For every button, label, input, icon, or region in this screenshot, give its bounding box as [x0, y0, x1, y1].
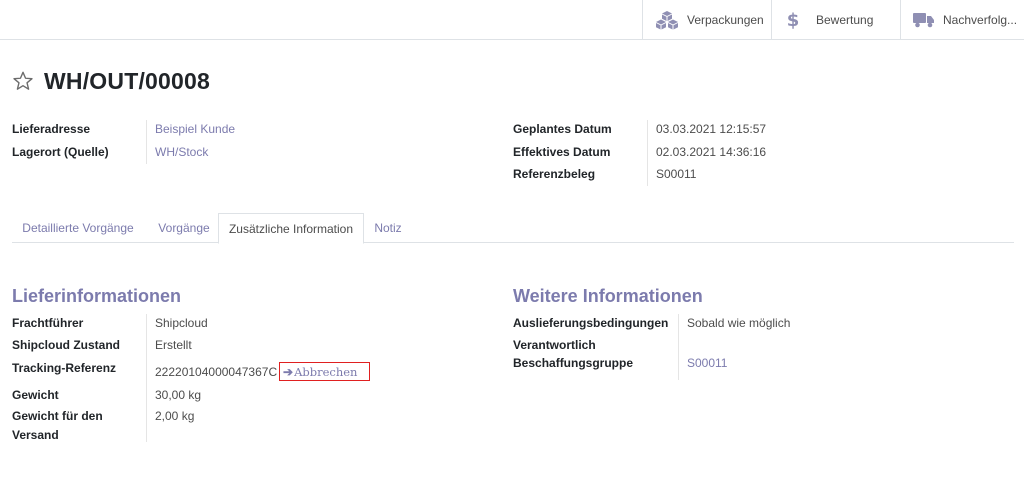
tab-operations[interactable]: Vorgänge: [150, 213, 218, 243]
scheduled-date-label: Geplantes Datum: [513, 122, 612, 136]
weight-value: 30,00 kg: [155, 388, 202, 402]
shipcloud-state-label: Shipcloud Zustand: [12, 338, 120, 352]
delivery-policy-value[interactable]: Sobald wie möglich: [687, 316, 790, 330]
smart-button-bar: Verpackungen $ Bewertung Nachverfolg...: [0, 0, 1024, 40]
left-field-separator: [146, 120, 147, 164]
dollar-icon: $: [787, 10, 800, 31]
procurement-group-label: Beschaffungsgruppe: [513, 356, 634, 370]
source-document-label: Referenzbeleg: [513, 167, 596, 181]
page-title: WH/OUT/00008: [44, 67, 211, 94]
arrow-right-icon: ➔: [283, 364, 294, 379]
shipping-weight-label-line1: Gewicht für den: [12, 409, 103, 423]
source-document-value: S00011: [656, 167, 697, 181]
cancel-shipment-button[interactable]: ➔ Abbrechen: [279, 362, 370, 381]
cubes-icon: [656, 10, 678, 29]
effective-date-value: 02.03.2021 14:36:16: [656, 145, 767, 159]
scheduled-date-value: 03.03.2021 12:15:57: [656, 122, 767, 136]
notebook-tabs: Detaillierte Vorgänge Vorgänge Zusätzlic…: [12, 213, 1014, 244]
delivery-info-heading: Lieferinformationen: [12, 286, 182, 306]
delivery-field-separator: [146, 314, 147, 442]
further-field-separator: [678, 314, 679, 380]
procurement-group-link[interactable]: S00011: [687, 356, 727, 370]
carrier-label: Frachtführer: [12, 316, 84, 330]
tracking-reference-label: Tracking-Referenz: [12, 361, 117, 375]
tab-note[interactable]: Notiz: [364, 213, 412, 243]
shipcloud-state-value: Erstellt: [155, 338, 192, 352]
source-location-link[interactable]: WH/Stock: [155, 145, 208, 159]
weight-label: Gewicht: [12, 388, 59, 402]
star-icon[interactable]: [12, 70, 34, 92]
packages-label: Verpackungen: [687, 12, 764, 27]
tracking-label: Nachverfolg...: [943, 12, 1018, 27]
delivery-address-link[interactable]: Beispiel Kunde: [155, 122, 235, 136]
source-location-label: Lagerort (Quelle): [12, 145, 109, 159]
valuation-button[interactable]: $ Bewertung: [771, 0, 900, 39]
right-field-separator: [647, 120, 648, 186]
responsible-label: Verantwortlich: [513, 338, 596, 352]
valuation-label: Bewertung: [816, 12, 874, 27]
tracking-reference-value: 22220104000047367C: [155, 365, 278, 379]
tab-additional-info[interactable]: Zusätzliche Information: [218, 213, 364, 244]
carrier-value: Shipcloud: [155, 316, 208, 330]
tab-detailed-operations[interactable]: Detaillierte Vorgänge: [12, 213, 144, 243]
effective-date-label: Effektives Datum: [513, 145, 611, 159]
further-info-heading: Weitere Informationen: [513, 286, 703, 306]
delivery-policy-label: Auslieferungsbedingungen: [513, 316, 669, 330]
cancel-shipment-label: Abbrechen: [294, 364, 358, 379]
record-header: WH/OUT/00008: [12, 66, 210, 96]
svg-text:$: $: [787, 10, 800, 31]
packages-button[interactable]: Verpackungen: [642, 0, 771, 39]
tracking-button[interactable]: Nachverfolg...: [900, 0, 1024, 39]
shipping-weight-label-line2: Versand: [12, 428, 59, 442]
truck-icon: [913, 12, 934, 27]
delivery-address-label: Lieferadresse: [12, 122, 91, 136]
shipping-weight-value: 2,00 kg: [155, 409, 195, 423]
